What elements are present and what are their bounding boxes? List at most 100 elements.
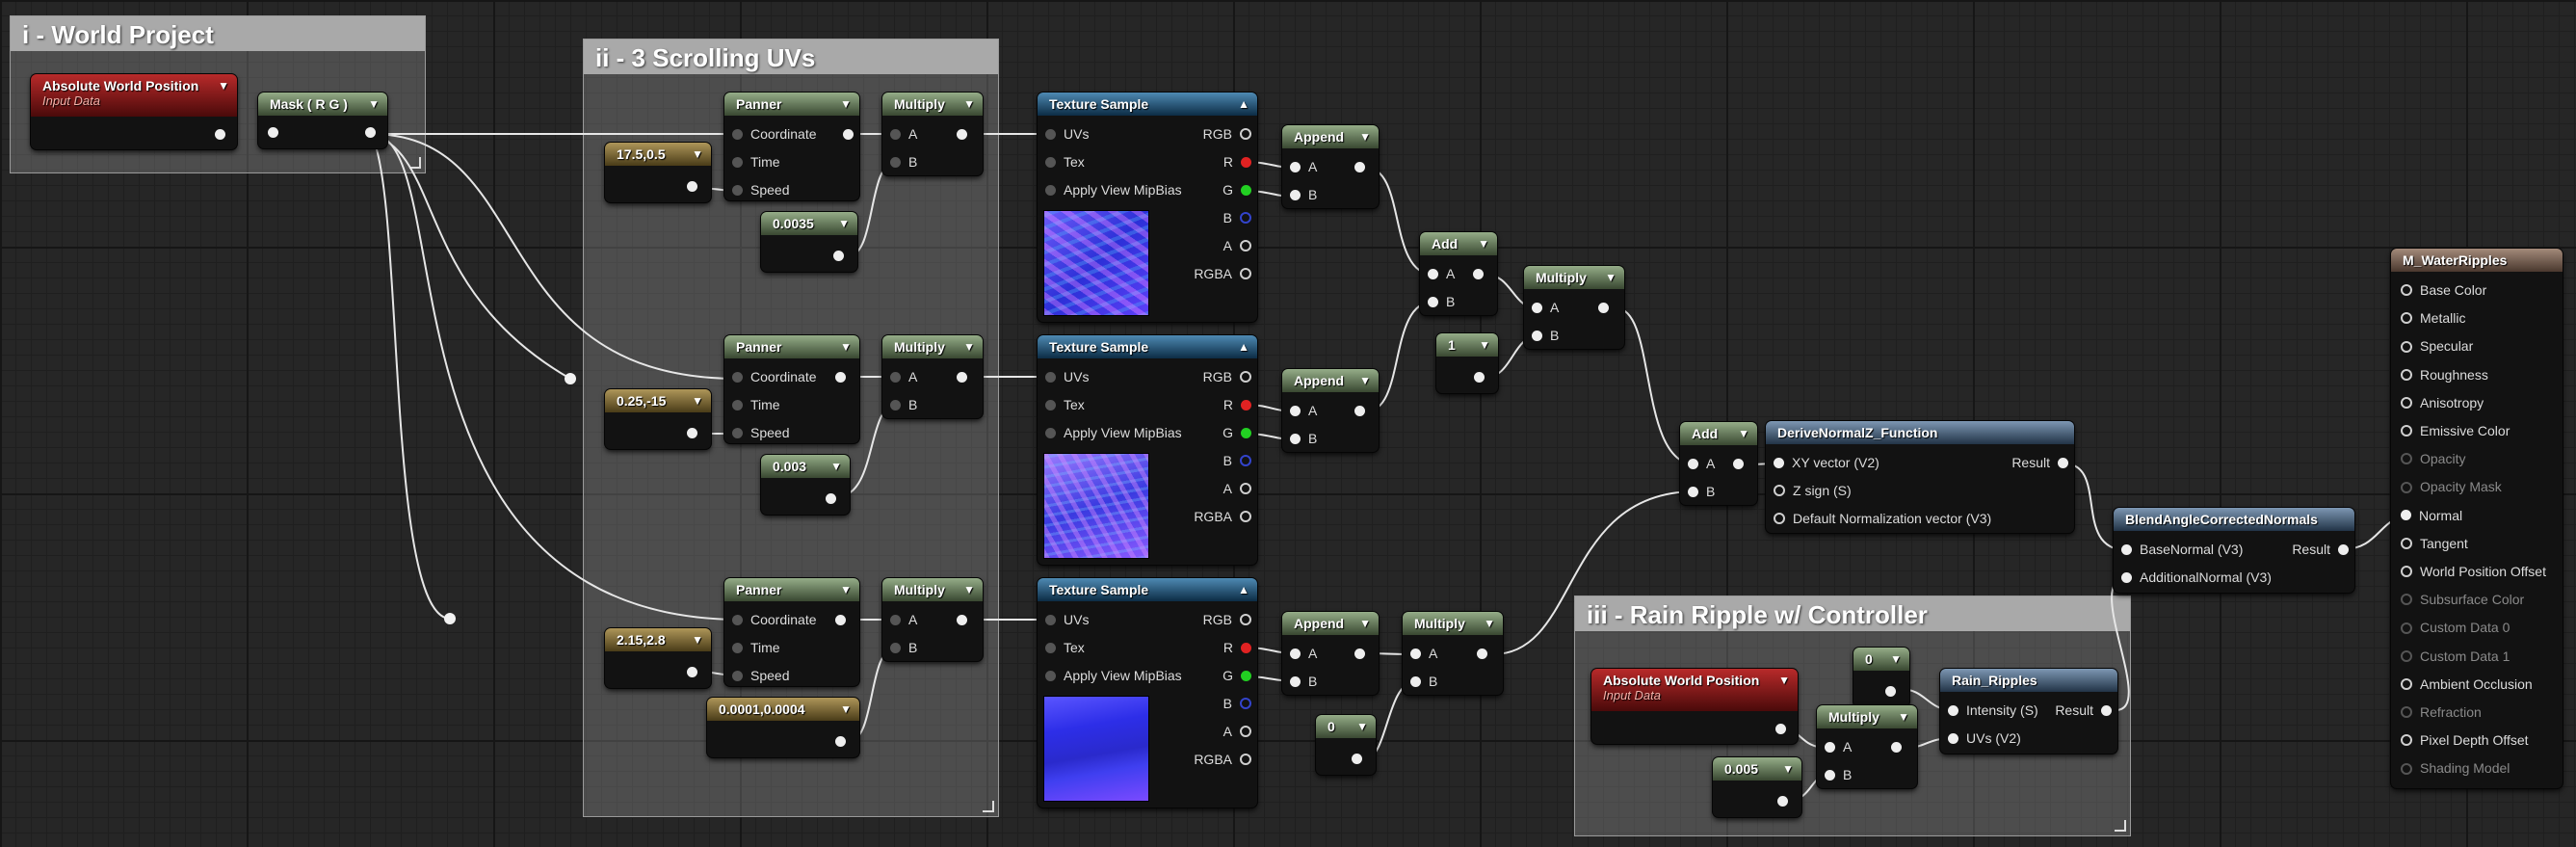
output-pin-icon[interactable] (687, 667, 697, 677)
out-r[interactable]: R (1223, 153, 1251, 171)
output-pin-icon[interactable] (826, 493, 836, 504)
chevron-down-icon[interactable]: ▼ (692, 628, 703, 651)
panner-node[interactable]: Panner ▼ Coordinate Time Speed (724, 335, 859, 443)
out-r[interactable]: R (1223, 396, 1251, 413)
chevron-down-icon[interactable]: ▼ (963, 335, 975, 358)
out-g[interactable]: G (1222, 667, 1251, 684)
material-pin[interactable]: Normal (2401, 507, 2462, 524)
panner-node[interactable]: Panner ▼ Coordinate Time Speed (724, 578, 859, 686)
out-a[interactable]: A (1223, 480, 1251, 497)
out-a[interactable]: A (1223, 723, 1251, 740)
pin-coordinate[interactable]: Coordinate (732, 125, 817, 143)
constant-node[interactable]: 0.003 ▼ (761, 455, 850, 515)
chevron-down-icon[interactable]: ▼ (840, 93, 852, 116)
pin-time[interactable]: Time (732, 639, 780, 656)
out-b[interactable]: B (1223, 452, 1251, 469)
pin-b[interactable]: B (1410, 673, 1437, 690)
chevron-down-icon[interactable]: ▼ (1890, 648, 1902, 671)
material-pin[interactable]: Opacity Mask (2401, 478, 2502, 495)
pin-base-normal[interactable]: BaseNormal (V3) (2121, 541, 2243, 558)
texture-sample-node[interactable]: Texture Sample ▲ UVs Tex Apply View MipBi… (1038, 335, 1257, 565)
chevron-down-icon[interactable]: ▼ (1479, 333, 1490, 357)
constant-node[interactable]: 0 ▼ (1316, 715, 1376, 775)
material-pin[interactable]: Ambient Occlusion (2401, 675, 2533, 693)
material-pin[interactable]: Refraction (2401, 703, 2482, 721)
constant-node[interactable]: 0.0035 ▼ (761, 212, 857, 272)
output-pin-icon[interactable] (1733, 459, 1744, 469)
chevron-down-icon[interactable]: ▼ (1484, 612, 1495, 635)
resize-handle[interactable] (2115, 820, 2126, 832)
out-b[interactable]: B (1223, 695, 1251, 712)
pin-a[interactable]: A (890, 368, 917, 385)
multiply-node[interactable]: Multiply ▼ A B (882, 578, 983, 661)
chevron-down-icon[interactable]: ▼ (840, 335, 852, 358)
out-rgb[interactable]: RGB (1203, 611, 1251, 628)
output-pin-icon[interactable] (835, 615, 846, 625)
material-output-node[interactable]: M_WaterRipples Base Color Metallic Specula… (2391, 249, 2563, 788)
output-pin-icon[interactable] (687, 181, 697, 192)
output-pin-icon[interactable] (957, 615, 967, 625)
output-pin-icon[interactable] (1477, 648, 1487, 659)
append-node[interactable]: Append ▼ A B (1282, 612, 1379, 695)
material-pin[interactable]: Custom Data 1 (2401, 648, 2510, 665)
append-node[interactable]: Append ▼ A B (1282, 125, 1379, 208)
pin-time[interactable]: Time (732, 153, 780, 171)
output-pin-icon[interactable] (1775, 724, 1786, 734)
pin-uvs[interactable]: UVs (1045, 368, 1089, 385)
pin-mipbias[interactable]: Apply View MipBias (1045, 181, 1182, 199)
output-pin-icon[interactable] (365, 127, 376, 138)
pin-b[interactable]: B (1290, 673, 1317, 690)
pin-a[interactable]: A (1688, 455, 1715, 472)
absolute-world-position-node[interactable]: Absolute World Position Input Data ▼ (1591, 669, 1798, 744)
pin-b[interactable]: B (1290, 186, 1317, 203)
pin-tex[interactable]: Tex (1045, 153, 1085, 171)
material-pin[interactable]: Roughness (2401, 366, 2488, 384)
mask-node[interactable]: Mask ( R G ) ▼ (258, 93, 387, 148)
texture-sample-node[interactable]: Texture Sample ▲ UVs Tex Apply View MipBi… (1038, 578, 1257, 807)
texture-sample-node[interactable]: Texture Sample ▲ UVs Tex Apply View MipBi… (1038, 93, 1257, 322)
material-pin[interactable]: World Position Offset (2401, 563, 2546, 580)
constant-node[interactable]: 0.0001,0.0004 ▼ (707, 698, 859, 757)
pin-additional-normal[interactable]: AdditionalNormal (V3) (2121, 569, 2272, 586)
pin-a[interactable]: A (890, 611, 917, 628)
multiply-node[interactable]: Multiply ▼ A B (1524, 266, 1624, 349)
chevron-down-icon[interactable]: ▼ (368, 93, 380, 116)
output-pin-icon[interactable] (833, 251, 844, 261)
pin-default-normalization[interactable]: Default Normalization vector (V3) (1774, 510, 1991, 527)
output-pin-icon[interactable] (835, 736, 846, 747)
resize-handle[interactable] (409, 157, 421, 169)
constant-node[interactable]: 2.15,2.8 ▼ (605, 628, 711, 688)
pin-coordinate[interactable]: Coordinate (732, 368, 817, 385)
output-pin-icon[interactable] (1354, 162, 1365, 172)
output-pin-icon[interactable] (1777, 796, 1788, 807)
multiply-node[interactable]: Multiply ▼ A B (1403, 612, 1503, 695)
chevron-down-icon[interactable]: ▼ (1359, 125, 1371, 148)
chevron-down-icon[interactable]: ▼ (840, 698, 852, 721)
resize-handle[interactable] (983, 801, 994, 812)
add-node[interactable]: Add ▼ A B (1420, 232, 1497, 315)
pin-a[interactable]: A (890, 125, 917, 143)
chevron-down-icon[interactable]: ▼ (1782, 757, 1794, 781)
pin-b[interactable]: B (890, 396, 917, 413)
output-pin-icon[interactable] (957, 372, 967, 383)
material-pin[interactable]: Metallic (2401, 309, 2465, 327)
chevron-down-icon[interactable]: ▼ (1738, 422, 1749, 445)
pin-a[interactable]: A (1290, 645, 1317, 662)
material-pin[interactable]: Base Color (2401, 281, 2486, 299)
append-node[interactable]: Append ▼ A B (1282, 369, 1379, 452)
input-pin-icon[interactable] (268, 127, 278, 138)
chevron-down-icon[interactable]: ▼ (1359, 612, 1371, 635)
out-a[interactable]: A (1223, 237, 1251, 254)
pin-speed[interactable]: Speed (732, 181, 789, 199)
chevron-down-icon[interactable]: ▼ (1778, 669, 1790, 692)
constant-node[interactable]: 0.005 ▼ (1713, 757, 1801, 817)
pin-coordinate[interactable]: Coordinate (732, 611, 817, 628)
pin-time[interactable]: Time (732, 396, 780, 413)
material-pin[interactable]: Specular (2401, 337, 2473, 355)
output-pin-icon[interactable] (835, 372, 846, 383)
pin-uvs[interactable]: UVs (1045, 125, 1089, 143)
blend-angle-corrected-normals-node[interactable]: BlendAngleCorrectedNormals BaseNormal (V… (2114, 508, 2354, 593)
out-result[interactable]: Result (2011, 454, 2068, 471)
pin-z-sign[interactable]: Z sign (S) (1774, 482, 1852, 499)
pin-uvs[interactable]: UVs (V2) (1948, 729, 2021, 747)
